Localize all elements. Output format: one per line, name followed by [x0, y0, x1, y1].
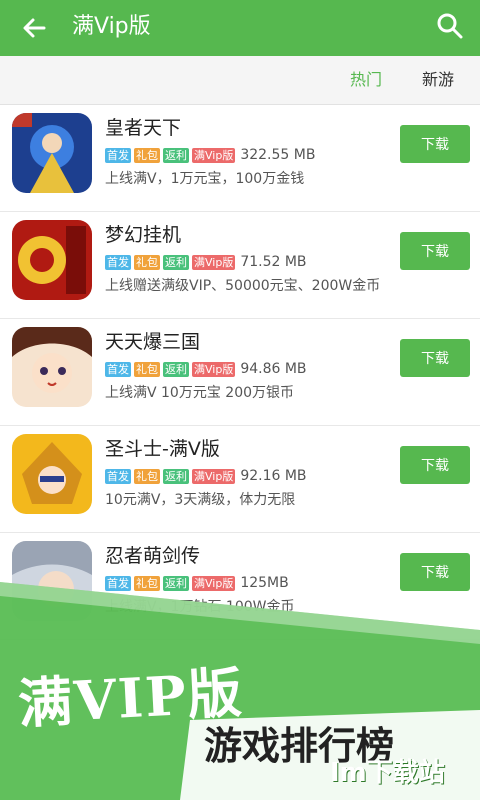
download-button[interactable]: 下载 [400, 339, 470, 377]
game-name: 天天爆三国 [105, 331, 201, 353]
tag-line: 首发 礼包 返利 满Vip版 94.86 MB [105, 360, 307, 378]
file-size: 71.52 MB [240, 254, 307, 270]
game-name: 梦幻挂机 [105, 224, 182, 246]
tab-new[interactable]: 新游 [422, 68, 454, 92]
tag-line: 首发 礼包 返利 满Vip版 322.55 MB [105, 146, 315, 164]
game-desc: 上线满V 10万元宝 200万银币 [105, 385, 295, 401]
list-item[interactable]: 天天爆三国 首发 礼包 返利 满Vip版 94.86 MB 上线满V 10万元宝… [0, 319, 480, 426]
tag-first: 首发 [105, 147, 131, 163]
tag-gift: 礼包 [134, 361, 160, 377]
game-icon [12, 434, 92, 514]
tag-first: 首发 [105, 468, 131, 484]
download-button[interactable]: 下载 [400, 125, 470, 163]
tag-line: 首发 礼包 返利 满Vip版 92.16 MB [105, 467, 307, 485]
game-name: 圣斗士-满V版 [105, 438, 220, 460]
tag-gift: 礼包 [134, 147, 160, 163]
game-icon [12, 220, 92, 300]
game-name: 皇者天下 [105, 117, 182, 139]
tag-vip: 满Vip版 [192, 468, 236, 484]
download-button[interactable]: 下载 [400, 446, 470, 484]
list-item[interactable]: 皇者天下 首发 礼包 返利 满Vip版 322.55 MB 上线满V，1万元宝，… [0, 105, 480, 212]
game-desc: 10元满V，3天满级，体力无限 [105, 492, 296, 508]
file-size: 92.16 MB [240, 468, 307, 484]
game-icon [12, 327, 92, 407]
tag-gift: 礼包 [134, 254, 160, 270]
watermark-text: Im下载站 [330, 758, 445, 788]
game-icon [12, 113, 92, 193]
search-icon[interactable] [434, 10, 466, 42]
tag-first: 首发 [105, 254, 131, 270]
tab-bar: 热门 新游 [0, 56, 480, 105]
arrow-left-icon[interactable] [18, 12, 50, 44]
tag-rebate: 返利 [163, 254, 189, 270]
tag-vip: 满Vip版 [192, 254, 236, 270]
game-desc: 上线赠送满级VIP、50000元宝、200W金币 [105, 278, 381, 294]
list-item[interactable]: 圣斗士-满V版 首发 礼包 返利 满Vip版 92.16 MB 10元满V，3天… [0, 426, 480, 533]
tab-hot[interactable]: 热门 [350, 68, 382, 92]
game-desc: 上线满V，1万元宝，100万金钱 [105, 171, 305, 187]
tag-vip: 满Vip版 [192, 361, 236, 377]
tag-rebate: 返利 [163, 147, 189, 163]
tag-rebate: 返利 [163, 468, 189, 484]
page-title: 满Vip版 [72, 14, 151, 39]
tag-rebate: 返利 [163, 361, 189, 377]
tag-gift: 礼包 [134, 468, 160, 484]
tag-line: 首发 礼包 返利 满Vip版 71.52 MB [105, 253, 307, 271]
file-size: 322.55 MB [240, 147, 316, 163]
download-button[interactable]: 下载 [400, 232, 470, 270]
tag-vip: 满Vip版 [192, 147, 236, 163]
tag-first: 首发 [105, 361, 131, 377]
list-item[interactable]: 梦幻挂机 首发 礼包 返利 满Vip版 71.52 MB 上线赠送满级VIP、5… [0, 212, 480, 319]
app-bar: 满Vip版 [0, 0, 480, 56]
file-size: 94.86 MB [240, 361, 307, 377]
